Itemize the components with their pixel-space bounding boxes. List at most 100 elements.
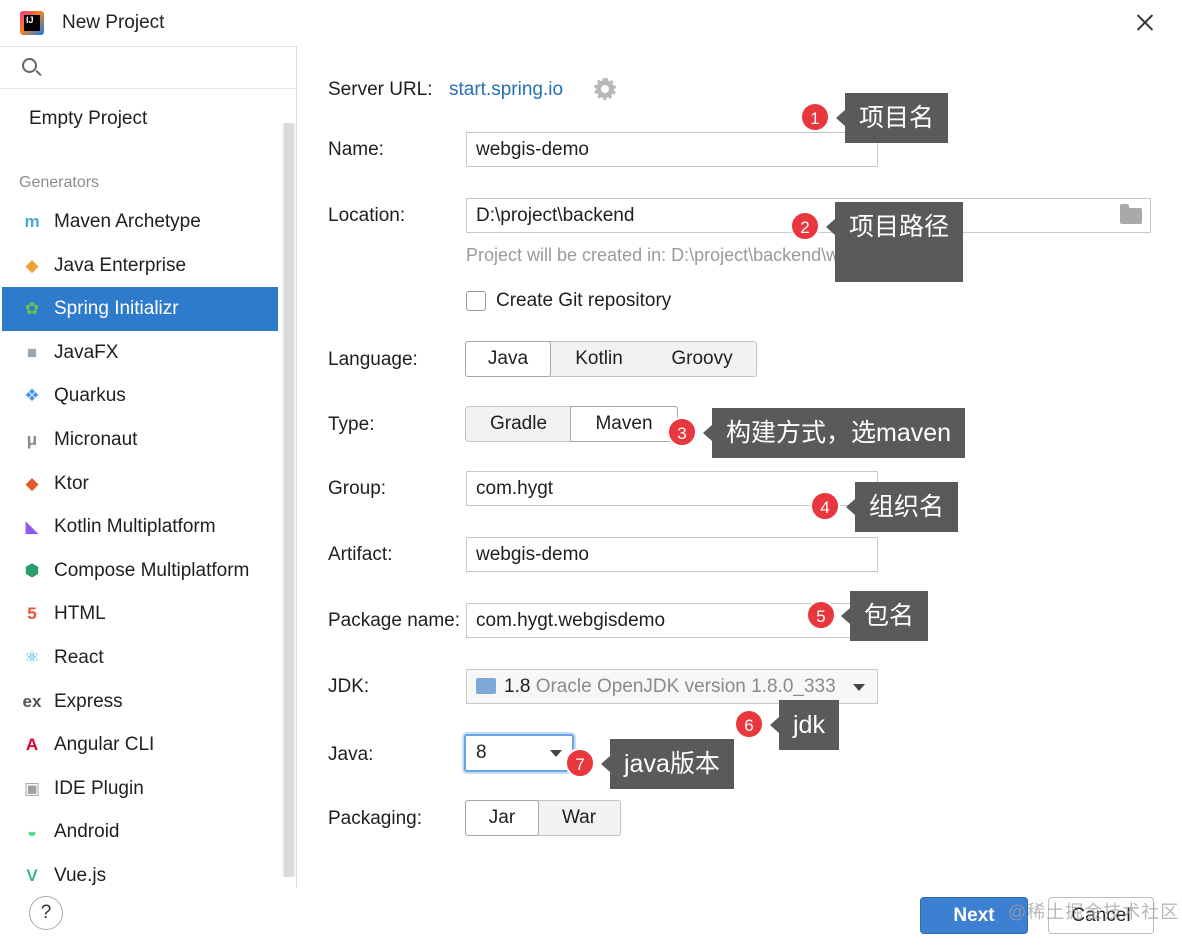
window-title: New Project: [62, 12, 165, 33]
type-option-maven[interactable]: Maven: [570, 406, 678, 442]
sidebar-item-empty-project[interactable]: Empty Project: [29, 108, 147, 130]
server-url-label: Server URL:: [328, 79, 433, 100]
sidebar-item-label: Angular CLI: [54, 734, 155, 755]
sidebar-item-html[interactable]: 5 HTML: [2, 592, 278, 636]
annotation-callout-project-name: 项目名: [835, 93, 949, 143]
annotation-callout-package: 包名: [840, 591, 929, 641]
packaging-option-war[interactable]: War: [538, 801, 620, 835]
git-checkbox-label[interactable]: Create Git repository: [496, 290, 671, 312]
gear-icon[interactable]: [594, 78, 616, 100]
search-input[interactable]: [48, 53, 278, 81]
packaging-label: Packaging:: [328, 808, 423, 829]
sidebar-item-label: Express: [54, 691, 123, 712]
sidebar-item-android[interactable]: ◒ Android: [2, 810, 278, 854]
sidebar-item-react[interactable]: ⚛ React: [2, 636, 278, 680]
micronaut-icon: μ: [26, 430, 38, 449]
java-enterprise-icon: ◆: [25, 256, 39, 275]
annotation-badge-6: 6: [734, 709, 764, 739]
generators-heading: Generators: [19, 174, 100, 191]
sidebar-item-label: Quarkus: [54, 385, 126, 406]
annotation-callout-java-version: java版本: [601, 739, 734, 789]
jdk-folder-icon: [476, 678, 496, 694]
sidebar-item-quarkus[interactable]: ❖ Quarkus: [2, 374, 278, 418]
language-option-java[interactable]: Java: [465, 341, 551, 377]
compose-icon: ⬢: [24, 561, 40, 580]
sidebar-item-label: Java Enterprise: [54, 255, 187, 276]
package-name-label: Package name:: [328, 610, 461, 631]
watermark: @稀土掘金技术社区: [1008, 902, 1180, 922]
jdk-label: JDK:: [328, 676, 370, 697]
folder-icon[interactable]: [1120, 204, 1142, 224]
sidebar-item-label: React: [54, 647, 104, 668]
sidebar-item-label: JavaFX: [54, 342, 119, 363]
sidebar-item-label: Micronaut: [54, 429, 138, 450]
annotation-badge-1: 1: [800, 102, 830, 132]
chevron-down-icon: [550, 750, 562, 757]
annotation-badge-3: 3: [667, 417, 697, 447]
sidebar-item-label: Kotlin Multiplatform: [54, 516, 216, 537]
sidebar-item-label: Vue.js: [54, 865, 107, 886]
express-icon: ex: [22, 692, 42, 711]
name-input[interactable]: webgis-demo: [466, 132, 878, 167]
java-version-dropdown[interactable]: 8: [464, 734, 574, 772]
location-label: Location:: [328, 205, 406, 226]
annotation-badge-5: 5: [806, 600, 836, 630]
ktor-icon: ◆: [25, 474, 39, 493]
sidebar-item-vue-js[interactable]: V Vue.js: [2, 854, 278, 898]
sidebar-item-label: IDE Plugin: [54, 778, 144, 799]
sidebar-item-label: Maven Archetype: [54, 211, 201, 232]
packaging-option-jar[interactable]: Jar: [465, 800, 539, 836]
title-bar: IJ New Project: [0, 0, 1182, 46]
annotation-callout-build-type: 构建方式，选maven: [702, 408, 966, 458]
javafx-icon: ■: [26, 343, 38, 362]
sidebar-item-label: HTML: [54, 603, 106, 624]
sidebar-item-ide-plugin[interactable]: ▣ IDE Plugin: [2, 767, 278, 811]
chevron-down-icon: [853, 684, 865, 691]
sidebar-scrollbar-thumb[interactable]: [284, 123, 294, 877]
sidebar-item-kotlin-multiplatform[interactable]: ◣ Kotlin Multiplatform: [2, 505, 278, 549]
sidebar-item-maven-archetype[interactable]: m Maven Archetype: [2, 200, 278, 244]
vue-icon: V: [26, 866, 38, 885]
html5-icon: 5: [27, 604, 37, 623]
server-url-link[interactable]: start.spring.io: [449, 79, 563, 101]
language-option-kotlin[interactable]: Kotlin: [550, 342, 648, 376]
quarkus-icon: ❖: [24, 386, 40, 405]
sidebar-item-ktor[interactable]: ◆ Ktor: [2, 462, 278, 506]
intellij-logo-icon: IJ: [20, 11, 44, 35]
sidebar-item-label: Android: [54, 821, 120, 842]
annotation-badge-7: 7: [565, 748, 595, 778]
sidebar-item-label: Ktor: [54, 473, 89, 494]
annotation-badge-4: 4: [810, 491, 840, 521]
java-version-value: 8: [476, 742, 487, 763]
artifact-input[interactable]: webgis-demo: [466, 537, 878, 572]
android-icon: ◒: [26, 822, 38, 841]
language-option-groovy[interactable]: Groovy: [648, 342, 756, 376]
sidebar-item-angular-cli[interactable]: A Angular CLI: [2, 723, 278, 767]
annotation-badge-2: 2: [790, 211, 820, 241]
close-icon[interactable]: [1130, 8, 1160, 38]
language-selector: Java Kotlin Groovy: [465, 341, 757, 377]
annotation-callout-group: 组织名: [845, 482, 959, 532]
java-label: Java:: [328, 744, 374, 765]
jdk-description: Oracle OpenJDK version 1.8.0_333: [535, 676, 836, 697]
sidebar-item-java-enterprise[interactable]: ◆ Java Enterprise: [2, 244, 278, 288]
sidebar-item-micronaut[interactable]: μ Micronaut: [2, 418, 278, 462]
annotation-callout-project-path: 项目路径: [825, 202, 964, 282]
sidebar-item-label: Spring Initializr: [54, 298, 179, 319]
jdk-dropdown[interactable]: 1.8 Oracle OpenJDK version 1.8.0_333: [466, 669, 878, 704]
annotation-callout-jdk: jdk: [770, 700, 839, 750]
sidebar-item-label: Compose Multiplatform: [54, 560, 250, 581]
language-label: Language:: [328, 349, 418, 370]
sidebar-item-spring-initializr[interactable]: ✿ Spring Initializr: [2, 287, 278, 331]
sidebar-item-express[interactable]: ex Express: [2, 680, 278, 724]
type-selector: Gradle Maven: [465, 406, 678, 442]
help-button[interactable]: ?: [29, 896, 63, 930]
angular-icon: A: [25, 735, 39, 754]
spring-icon: ✿: [24, 299, 40, 318]
type-label: Type:: [328, 414, 375, 435]
type-option-gradle[interactable]: Gradle: [466, 407, 571, 441]
packaging-selector: Jar War: [465, 800, 621, 836]
sidebar-item-compose-multiplatform[interactable]: ⬢ Compose Multiplatform: [2, 549, 278, 593]
git-checkbox[interactable]: [466, 291, 486, 311]
sidebar-item-javafx[interactable]: ■ JavaFX: [2, 331, 278, 375]
